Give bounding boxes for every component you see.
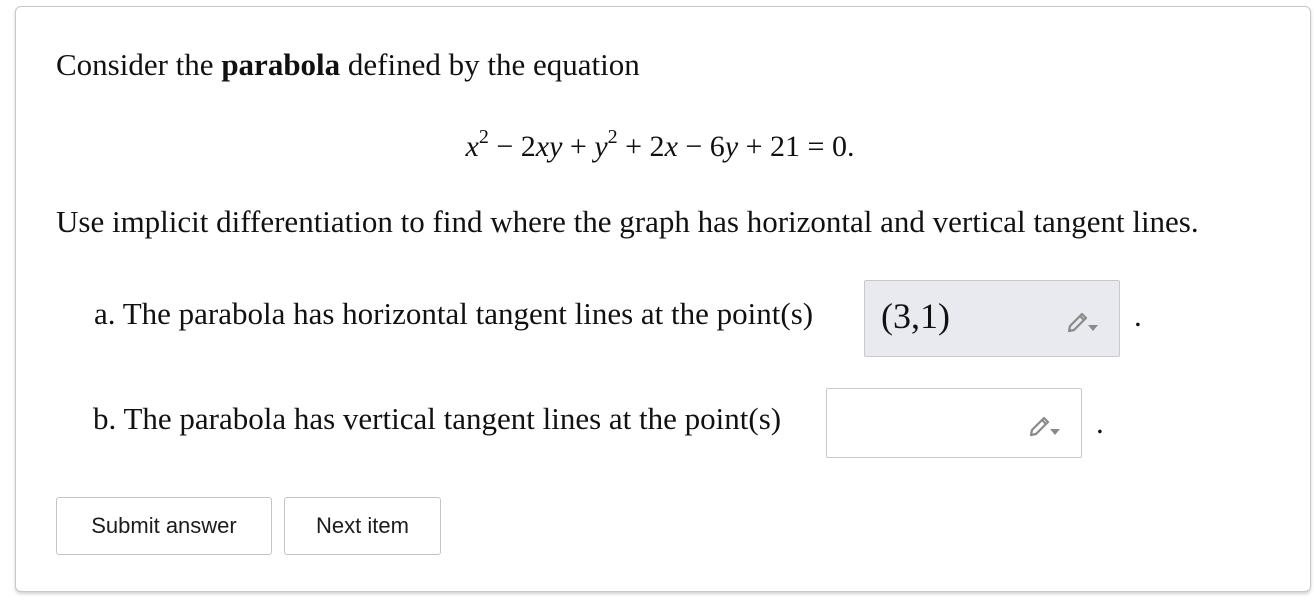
intro-bold-term: parabola xyxy=(221,47,341,82)
part-a-label: a. The parabola has horizontal tangent l… xyxy=(94,296,814,331)
submit-answer-button[interactable]: Submit answer xyxy=(56,497,272,555)
eq-term: x xyxy=(465,130,479,163)
part-b-period: . xyxy=(1096,405,1104,440)
eq-exponent: 2 xyxy=(607,126,618,148)
pencil-dropdown-icon[interactable] xyxy=(1028,411,1062,437)
answer-field-a[interactable]: (3,1) xyxy=(864,280,1120,357)
part-a-period: . xyxy=(1134,298,1142,333)
eq-term: xy xyxy=(535,130,563,163)
question-instruction: Use implicit differentiation to find whe… xyxy=(56,204,1199,239)
equation: x2 − 2xy + y2 + 2x − 6y + 21 = 0. xyxy=(16,126,1310,164)
eq-term: x xyxy=(664,130,678,163)
eq-term: y xyxy=(594,130,608,163)
eq-term: − 2 xyxy=(488,130,536,163)
eq-term: + 21 = 0. xyxy=(738,130,855,163)
eq-term: y xyxy=(724,130,739,163)
eq-exponent: 2 xyxy=(478,126,489,148)
next-item-button[interactable]: Next item xyxy=(284,497,441,555)
eq-term: − 6 xyxy=(677,130,725,163)
eq-term: + xyxy=(562,130,595,163)
intro-text-after: defined by the equation xyxy=(340,47,640,82)
question-card: Consider the parabola defined by the equ… xyxy=(15,6,1311,592)
answer-field-b[interactable] xyxy=(826,388,1082,458)
question-intro: Consider the parabola defined by the equ… xyxy=(56,47,640,83)
intro-text-before: Consider the xyxy=(56,47,222,82)
part-b-label: b. The parabola has vertical tangent lin… xyxy=(93,401,782,436)
eq-term: + 2 xyxy=(617,130,665,163)
pencil-dropdown-icon[interactable] xyxy=(1066,307,1100,333)
answer-a-value: (3,1) xyxy=(881,296,950,336)
